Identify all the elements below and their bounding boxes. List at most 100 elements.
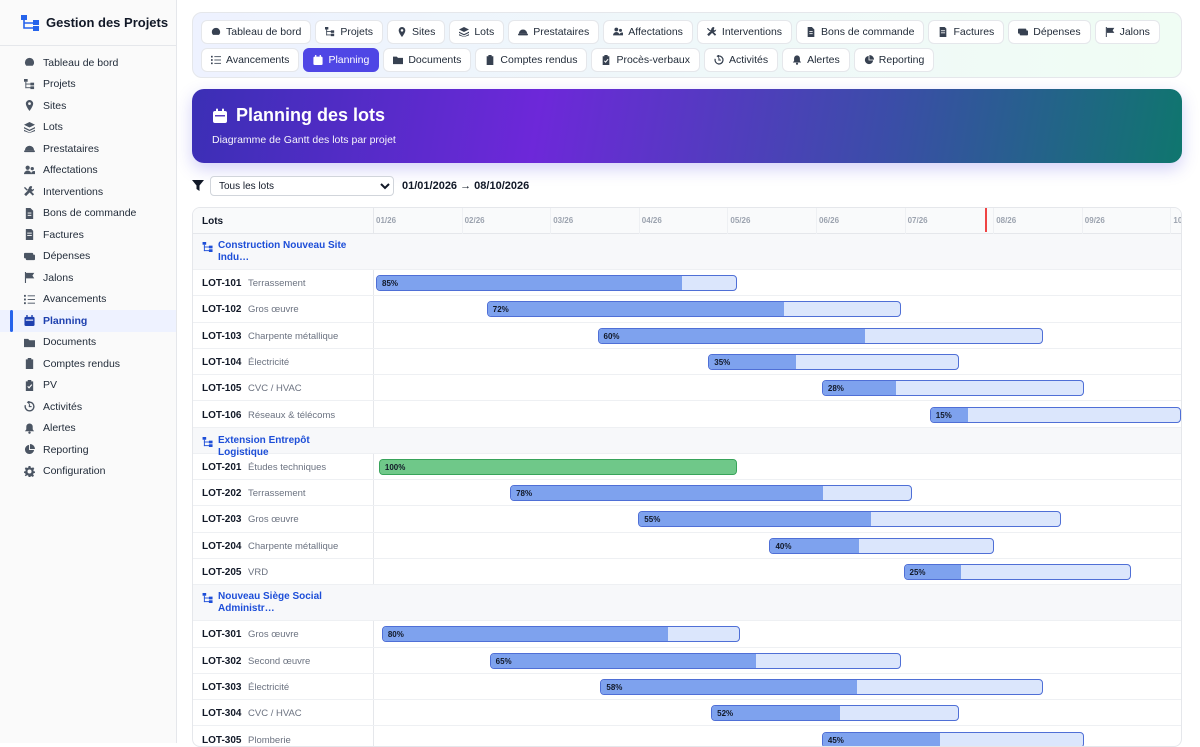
sidebar-item-sites[interactable]: Sites [0, 95, 176, 117]
folder-icon [24, 337, 35, 348]
tab-sites[interactable]: Sites [387, 20, 445, 44]
tab-interventions[interactable]: Interventions [697, 20, 792, 44]
lot-name: Électricité [248, 357, 289, 368]
tab-affectations[interactable]: Affectations [603, 20, 693, 44]
tab-planning[interactable]: Planning [303, 48, 379, 72]
lot-row: LOT-101Terrassement85% [193, 270, 1181, 296]
sidebar-item-icon [24, 380, 35, 391]
sidebar-item-prestataires[interactable]: Prestataires [0, 138, 176, 160]
month-label: 02/26 [465, 216, 485, 225]
sidebar-item-affectations[interactable]: Affectations [0, 160, 176, 182]
project-name[interactable]: Construction Nouveau Site Indu… [202, 240, 362, 264]
tab-jalons[interactable]: Jalons [1095, 20, 1160, 44]
sidebar-item-label: Factures [43, 229, 84, 241]
lot-name: Études techniques [248, 462, 326, 473]
lot-bar[interactable]: 28% [822, 380, 1084, 396]
tab-factures[interactable]: Factures [928, 20, 1004, 44]
tab-procès-verbaux[interactable]: Procès-verbaux [591, 48, 700, 72]
tab-dépenses[interactable]: Dépenses [1008, 20, 1090, 44]
tab-comptes-rendus[interactable]: Comptes rendus [475, 48, 587, 72]
sidebar-item-planning[interactable]: Planning [0, 310, 176, 332]
tab-activités[interactable]: Activités [704, 48, 778, 72]
lot-progress-label: 28% [828, 384, 844, 393]
tab-projets[interactable]: Projets [315, 20, 383, 44]
users-icon [613, 27, 623, 37]
module-tabs: Tableau de bordProjetsSites Lots Prestatai… [192, 12, 1182, 78]
lot-row: LOT-203Gros œuvre55% [193, 506, 1181, 532]
lot-code: LOT-301 [202, 629, 241, 640]
chart-pie-icon [864, 55, 874, 65]
tab-documents[interactable]: Documents [383, 48, 471, 72]
month-gridline [1170, 208, 1171, 234]
sidebar-item-label: Alertes [43, 422, 76, 434]
tab-label: Affectations [628, 26, 683, 38]
lot-bar[interactable]: 15% [930, 407, 1181, 423]
sidebar-item-configuration[interactable]: Configuration [0, 461, 176, 483]
sidebar-item-icon [24, 57, 35, 68]
lot-bar[interactable]: 52% [711, 705, 959, 721]
sitemap-logo-icon [20, 14, 40, 32]
lot-bar[interactable]: 58% [600, 679, 1043, 695]
tab-lots[interactable]: Lots [449, 20, 504, 44]
sidebar-item-lots[interactable]: Lots [0, 117, 176, 139]
sidebar-item-icon [24, 100, 35, 111]
sidebar-item-jalons[interactable]: Jalons [0, 267, 176, 289]
tab-label: Dépenses [1033, 26, 1080, 38]
tab-bons-de-commande[interactable]: Bons de commande [796, 20, 924, 44]
tab-alertes[interactable]: Alertes [782, 48, 850, 72]
lot-row: LOT-104Électricité35% [193, 349, 1181, 375]
lot-bar[interactable]: 72% [487, 301, 901, 317]
clipboard-icon [485, 55, 495, 65]
sidebar-item-avancements[interactable]: Avancements [0, 289, 176, 311]
lot-bar[interactable]: 25% [904, 564, 1131, 580]
tab-reporting[interactable]: Reporting [854, 48, 935, 72]
sidebar-item-activités[interactable]: Activités [0, 396, 176, 418]
sidebar-item-factures[interactable]: Factures [0, 224, 176, 246]
lot-bar[interactable]: 45% [822, 732, 1084, 747]
lot-code: LOT-304 [202, 708, 241, 719]
sidebar-item-icon [24, 444, 35, 455]
sidebar-item-label: Dépenses [43, 250, 90, 262]
sidebar-item-label: Reporting [43, 444, 89, 456]
lot-name: Gros œuvre [248, 629, 299, 640]
tab-prestataires[interactable]: Prestataires [508, 20, 599, 44]
sidebar-item-icon [24, 466, 35, 477]
sidebar-item-alertes[interactable]: Alertes [0, 418, 176, 440]
tab-label: Procès-verbaux [616, 54, 690, 66]
sidebar-item-tableau-de-bord[interactable]: Tableau de bord [0, 52, 176, 74]
sidebar-item-comptes-rendus[interactable]: Comptes rendus [0, 353, 176, 375]
tab-tableau-de-bord[interactable]: Tableau de bord [201, 20, 311, 44]
sidebar-item-interventions[interactable]: Interventions [0, 181, 176, 203]
lot-name: Terrassement [248, 488, 306, 499]
sidebar-item-projets[interactable]: Projets [0, 74, 176, 96]
project-name[interactable]: Nouveau Siège Social Administr… [202, 591, 362, 615]
lot-filter-select[interactable]: Tous les lots [210, 176, 394, 196]
sidebar-item-icon [24, 294, 35, 305]
lot-name: Électricité [248, 682, 289, 693]
tab-label: Lots [474, 26, 494, 38]
sidebar-item-reporting[interactable]: Reporting [0, 439, 176, 461]
lot-bar[interactable]: 85% [376, 275, 737, 291]
month-label: 01/26 [376, 216, 396, 225]
sidebar-item-pv[interactable]: PV [0, 375, 176, 397]
sidebar-item-icon [24, 401, 35, 412]
lot-bar[interactable]: 55% [638, 511, 1061, 527]
project-row: Nouveau Siège Social Administr… [193, 585, 1181, 621]
brand: Gestion des Projets [0, 0, 176, 46]
sidebar-item-label: Sites [43, 100, 66, 112]
lot-bar[interactable]: 35% [708, 354, 959, 370]
lot-bar[interactable]: 65% [490, 653, 901, 669]
sitemap-icon [202, 593, 214, 603]
lot-code: LOT-204 [202, 541, 241, 552]
sidebar-item-dépenses[interactable]: Dépenses [0, 246, 176, 268]
tab-avancements[interactable]: Avancements [201, 48, 299, 72]
page-subtitle: Diagramme de Gantt des lots par projet [212, 134, 1162, 146]
lot-bar[interactable]: 100% [379, 459, 737, 475]
sidebar-item-bons-de-commande[interactable]: Bons de commande [0, 203, 176, 225]
lot-bar[interactable]: 78% [510, 485, 912, 501]
lot-bar[interactable]: 60% [598, 328, 1044, 344]
lot-bar[interactable]: 40% [769, 538, 993, 554]
sidebar-item-documents[interactable]: Documents [0, 332, 176, 354]
month-label: 09/26 [1085, 216, 1105, 225]
lot-bar[interactable]: 80% [382, 626, 740, 642]
